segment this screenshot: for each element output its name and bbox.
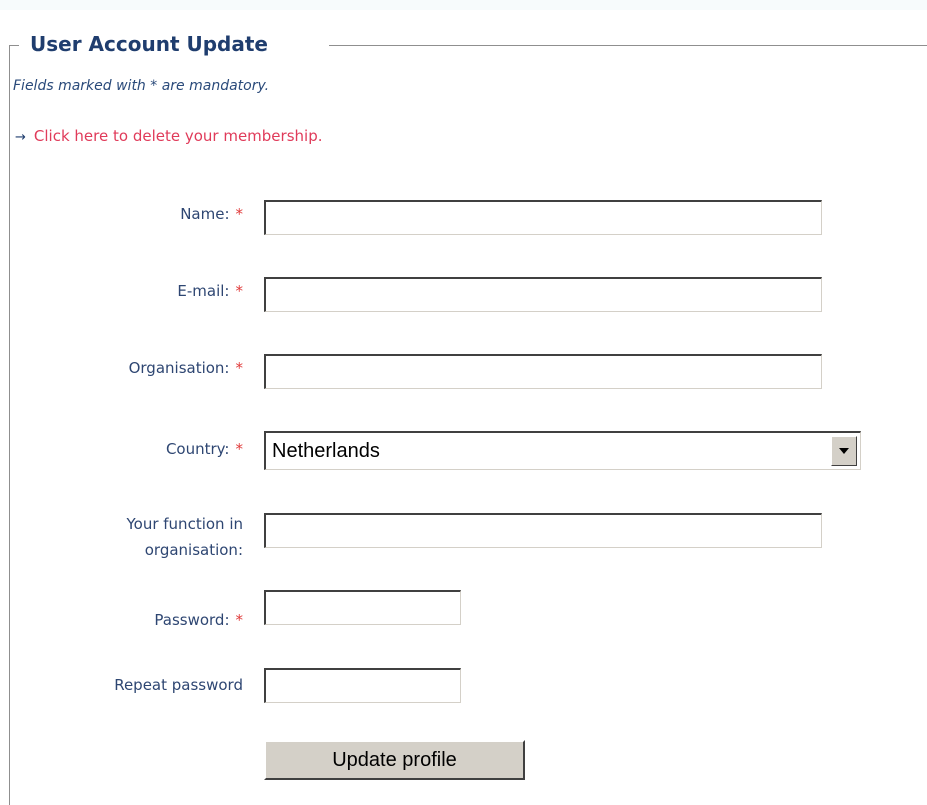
function-label: Your function in organisation: xyxy=(126,511,243,563)
delete-membership-link-text: Click here to delete your membership. xyxy=(33,127,323,145)
organisation-input[interactable] xyxy=(264,354,822,389)
repeat-password-input[interactable] xyxy=(264,668,461,703)
delete-membership-link[interactable]: → Click here to delete your membership. xyxy=(15,127,322,145)
mandatory-note: Fields marked with * are mandatory. xyxy=(13,78,270,94)
email-label: E-mail: * xyxy=(177,278,243,304)
required-marker: * xyxy=(235,440,244,458)
function-input[interactable] xyxy=(264,513,822,548)
name-label-text: Name: xyxy=(180,205,230,223)
repeat-password-label: Repeat password xyxy=(114,672,243,698)
name-input[interactable] xyxy=(264,200,822,235)
fieldset-border-left xyxy=(9,45,10,805)
required-marker: * xyxy=(235,282,244,300)
update-profile-button[interactable]: Update profile xyxy=(264,740,525,780)
required-marker: * xyxy=(235,359,244,377)
function-label-line1: Your function in xyxy=(126,515,243,533)
country-label-text: Country: xyxy=(165,440,230,458)
fieldset-border-tick xyxy=(9,45,19,46)
arrow-right-icon: → xyxy=(15,130,26,145)
top-band xyxy=(0,0,927,10)
password-label-text: Password: xyxy=(154,611,230,629)
function-label-line2: organisation: xyxy=(144,541,243,559)
required-marker: * xyxy=(235,205,244,223)
organisation-label-text: Organisation: xyxy=(128,359,230,377)
country-select[interactable]: Netherlands xyxy=(264,431,861,470)
chevron-down-icon xyxy=(839,448,849,454)
organisation-label: Organisation: * xyxy=(129,355,243,381)
required-marker: * xyxy=(235,611,244,629)
email-input[interactable] xyxy=(264,277,822,312)
country-select-value: Netherlands xyxy=(272,440,380,462)
password-input[interactable] xyxy=(264,590,461,625)
country-select-dropdown-button[interactable] xyxy=(831,436,857,466)
fieldset-border-top xyxy=(329,45,927,46)
form-title: User Account Update xyxy=(30,32,268,56)
repeat-password-label-text: Repeat password xyxy=(114,676,243,694)
email-label-text: E-mail: xyxy=(177,282,230,300)
password-label: Password: * xyxy=(154,607,243,633)
country-label: Country: * xyxy=(166,436,243,462)
name-label: Name: * xyxy=(180,201,243,227)
